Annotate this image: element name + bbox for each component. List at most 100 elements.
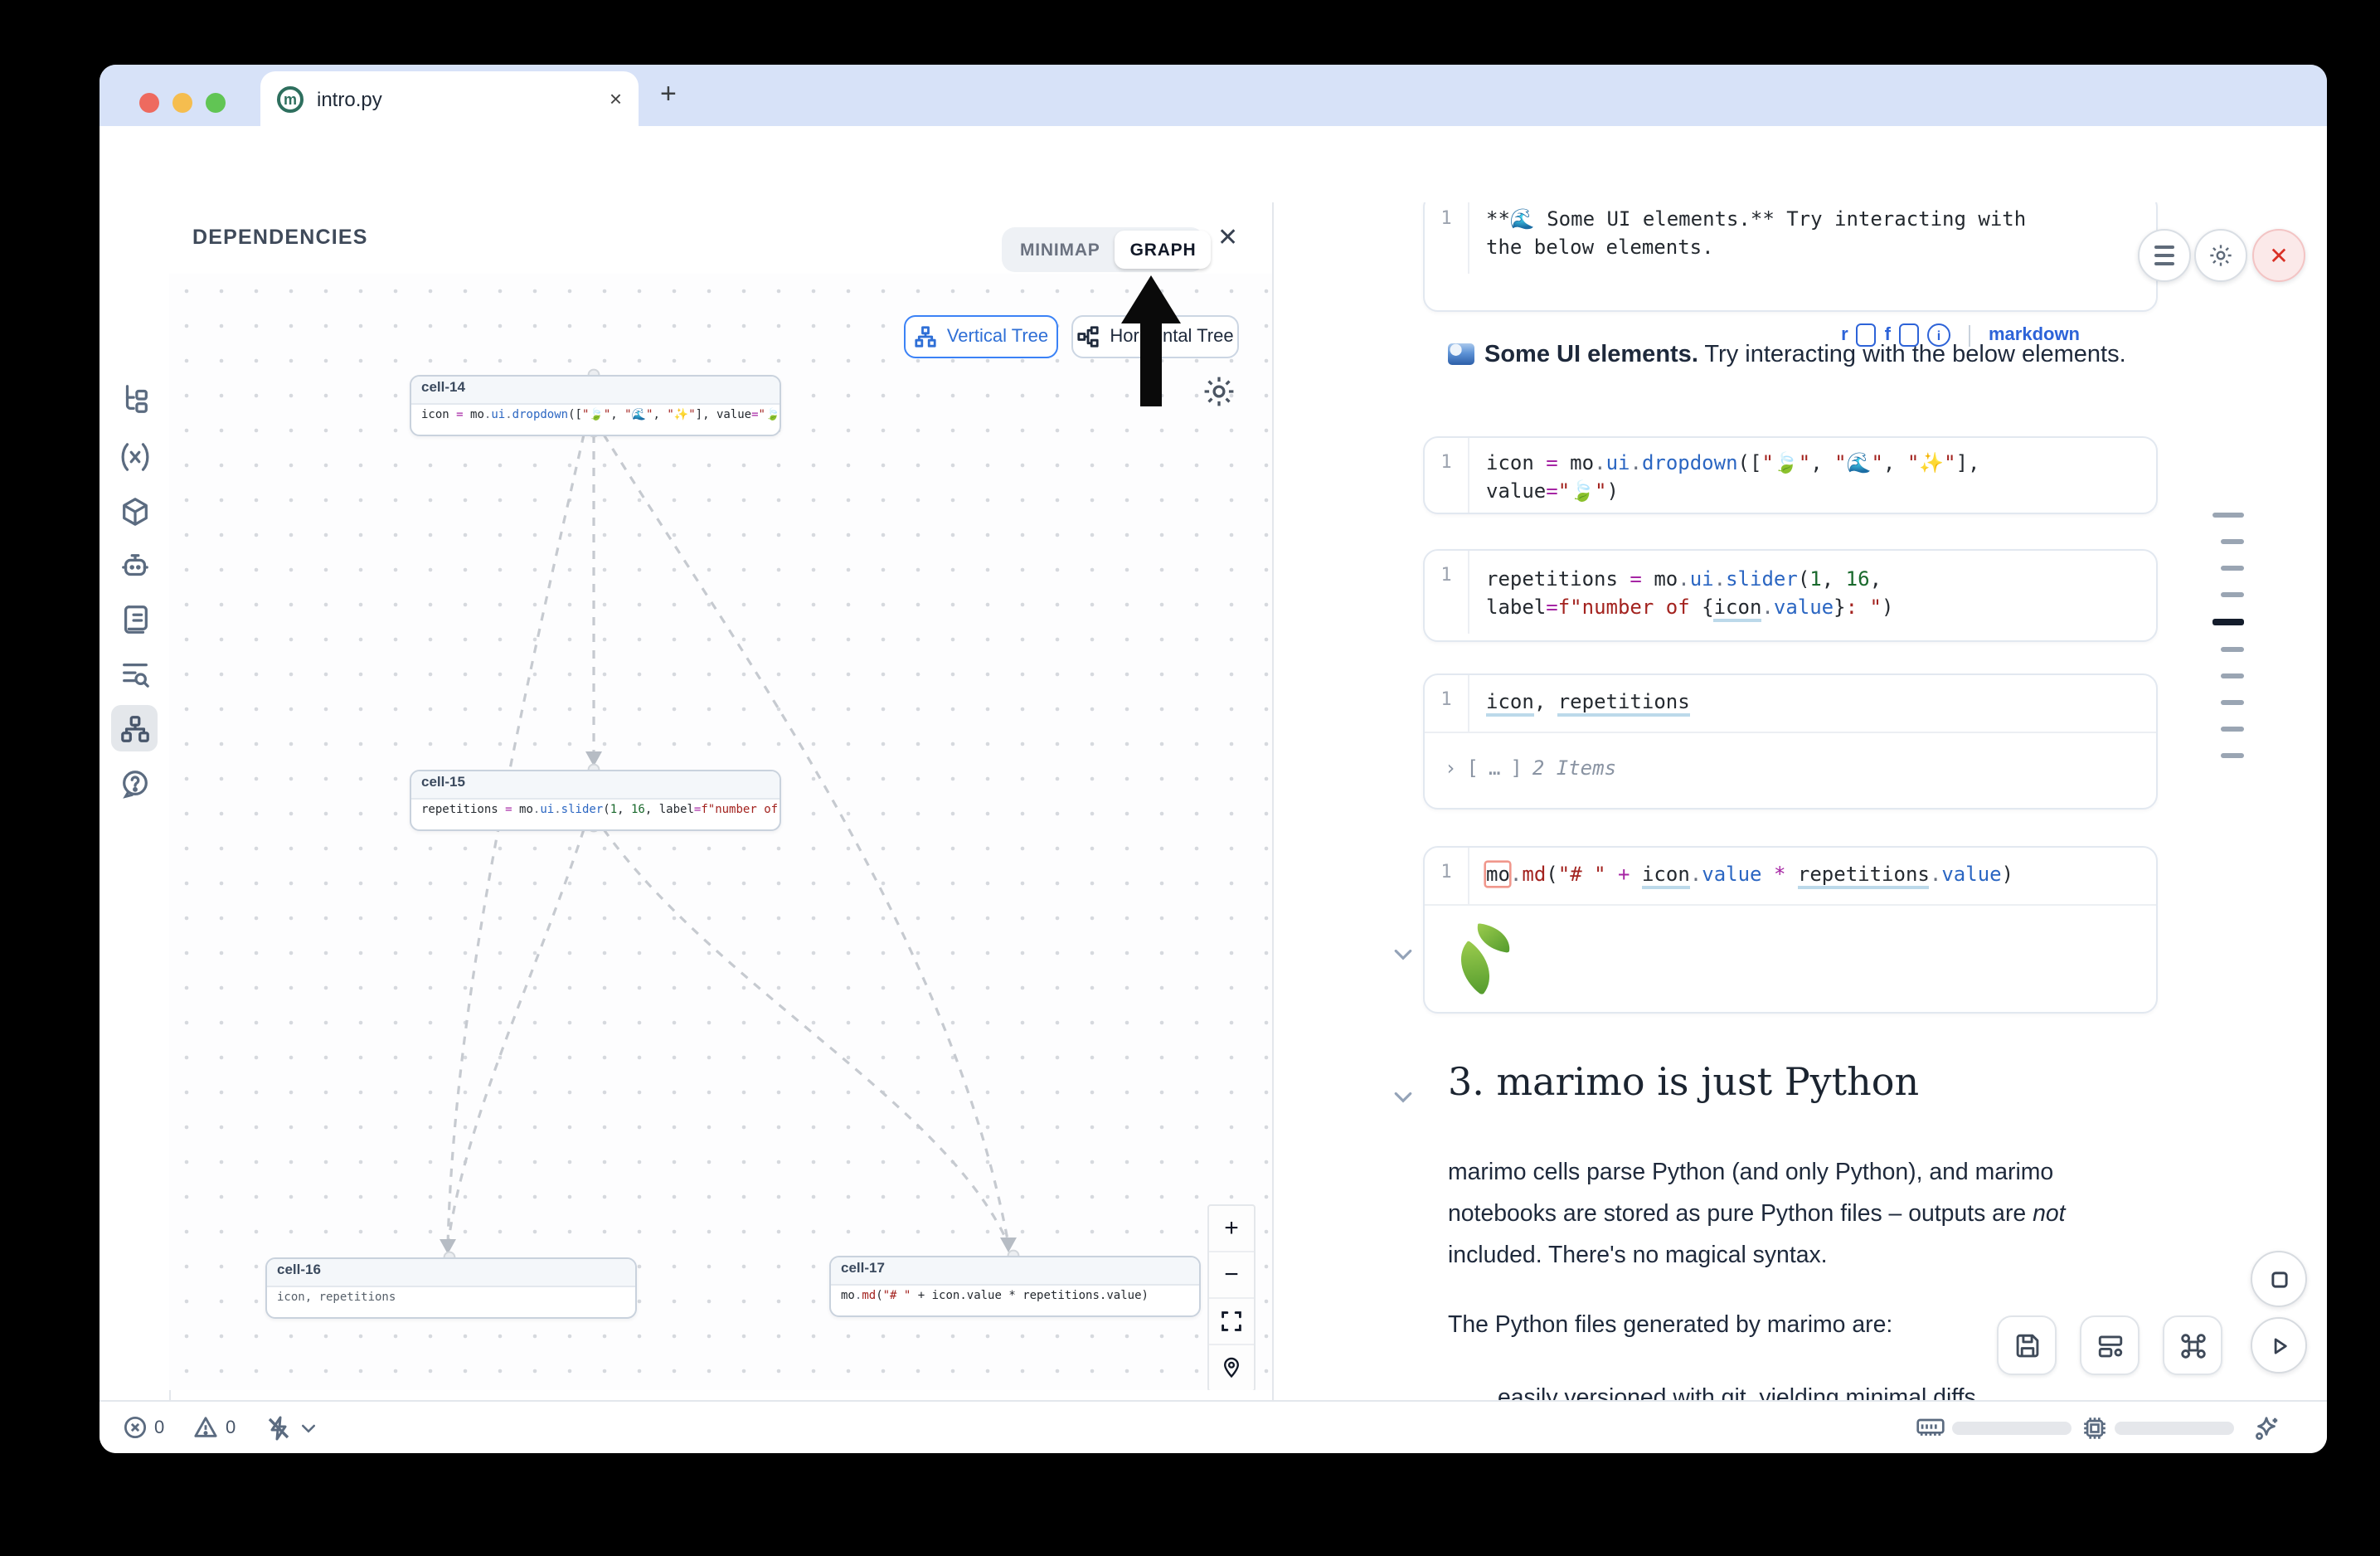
close-window-button[interactable] bbox=[139, 93, 159, 113]
run-button[interactable] bbox=[2251, 1317, 2307, 1374]
code-line[interactable]: label=f"number of {icon.value}: ") bbox=[1486, 594, 1893, 622]
section-chevron-icon[interactable] bbox=[1392, 1085, 1415, 1108]
graph-edges bbox=[169, 274, 1272, 1390]
horizontal-tree-button[interactable]: Horizontal Tree bbox=[1071, 315, 1239, 358]
minimap-line[interactable] bbox=[2212, 619, 2244, 625]
stop-button[interactable] bbox=[2251, 1251, 2307, 1307]
command-icon bbox=[2178, 1331, 2207, 1359]
browser-tab[interactable]: m intro.py × bbox=[260, 71, 639, 126]
vertical-tree-button[interactable]: Vertical Tree bbox=[904, 315, 1058, 358]
graph-node-cell-17[interactable]: cell-17 mo.md("# " + icon.value * repeti… bbox=[829, 1256, 1201, 1317]
tab-close-icon[interactable]: × bbox=[610, 86, 622, 111]
code-line[interactable]: repetitions = mo.ui.slider(1, 16, bbox=[1486, 566, 1893, 594]
graph-node-cell-16[interactable]: cell-16 icon, repetitions bbox=[265, 1257, 637, 1319]
graph-node-cell-15[interactable]: cell-15 repetitions = mo.ui.slider(1, 16… bbox=[410, 770, 781, 831]
autorun-toggle[interactable] bbox=[265, 1415, 318, 1442]
section-heading: 3. marimo is just Python bbox=[1448, 1062, 1919, 1105]
ram-icon bbox=[1916, 1415, 1945, 1440]
output-bold-text: Some UI elements. bbox=[1484, 342, 1698, 368]
node-title: cell-16 bbox=[267, 1259, 635, 1287]
graph-node-cell-14[interactable]: cell-14 icon = mo.ui.dropdown(["🍃", "🌊",… bbox=[410, 375, 781, 436]
minimap-line[interactable] bbox=[2221, 592, 2244, 597]
chevron-down-icon bbox=[299, 1418, 318, 1438]
memory-usage[interactable] bbox=[1916, 1415, 2072, 1440]
minimap-line[interactable] bbox=[2221, 647, 2244, 652]
cell-divider bbox=[1425, 904, 2156, 906]
code-line[interactable]: icon = mo.ui.dropdown(["🍃", "🌊", "✨"], bbox=[1486, 450, 1980, 478]
screen: m intro.py × + i localhost:2718 Guest bbox=[0, 0, 2380, 1556]
tab-graph[interactable]: GRAPH bbox=[1115, 231, 1212, 269]
warnings-indicator[interactable]: 0 bbox=[192, 1415, 236, 1440]
save-button[interactable] bbox=[1997, 1315, 2057, 1375]
line-number: 1 bbox=[1425, 675, 1469, 732]
minimap bbox=[2208, 513, 2244, 758]
minimap-line[interactable] bbox=[2212, 513, 2244, 518]
cell-momd[interactable]: 1 mo.md("# " + icon.value * repetitions.… bbox=[1423, 846, 2158, 1014]
shutdown-button[interactable]: ✕ bbox=[2252, 229, 2305, 282]
leaf-emoji-output bbox=[1448, 922, 1524, 992]
layout-icon bbox=[2096, 1331, 2124, 1359]
notebook-settings-button[interactable] bbox=[2194, 229, 2247, 282]
close-panel-icon[interactable]: ✕ bbox=[1217, 222, 1238, 252]
minimap-line[interactable] bbox=[2221, 539, 2244, 544]
graph-settings-icon[interactable] bbox=[1201, 373, 1237, 410]
minimap-line[interactable] bbox=[2221, 673, 2244, 678]
node-code: icon, repetitions bbox=[267, 1287, 635, 1317]
fit-view-icon[interactable] bbox=[1209, 1297, 1254, 1344]
sidebar-item-help[interactable] bbox=[111, 760, 158, 806]
zoom-in-button[interactable]: + bbox=[1209, 1206, 1254, 1251]
sidebar-item-variables[interactable] bbox=[111, 433, 158, 479]
expand-chevron[interactable]: › bbox=[1445, 756, 1456, 780]
minimap-line[interactable] bbox=[2221, 753, 2244, 758]
minimize-window-button[interactable] bbox=[172, 93, 192, 113]
paragraph-text: included. There's no magical syntax. bbox=[1448, 1242, 1828, 1269]
code-line[interactable]: icon, repetitions bbox=[1486, 688, 1690, 717]
save-icon bbox=[2013, 1331, 2041, 1359]
node-title: cell-14 bbox=[411, 377, 780, 405]
code-line[interactable]: value="🍃") bbox=[1486, 478, 1980, 506]
locate-pin-icon[interactable] bbox=[1209, 1344, 1254, 1390]
items-count-label: 2 Items bbox=[1532, 756, 1616, 780]
status-bar: 0 0 bbox=[100, 1400, 2327, 1453]
cell-dropdown[interactable]: 1 icon = mo.ui.dropdown(["🍃", "🌊", "✨"],… bbox=[1423, 436, 2158, 514]
markdown-output: Some UI elements. Try interacting with t… bbox=[1448, 342, 2126, 368]
ai-sparkle-button[interactable] bbox=[2252, 1415, 2280, 1443]
bracket: [ bbox=[1466, 756, 1478, 780]
zoom-out-button[interactable]: − bbox=[1209, 1251, 1254, 1297]
dependency-graph-canvas[interactable]: Vertical Tree Horizontal Tree cell-14 ic… bbox=[169, 274, 1272, 1390]
layout-button[interactable] bbox=[2080, 1315, 2140, 1375]
ellipsis: … bbox=[1489, 756, 1500, 780]
sidebar-item-logs[interactable] bbox=[111, 596, 158, 642]
new-tab-button[interactable]: + bbox=[660, 78, 677, 111]
line-number: 1 bbox=[1425, 202, 1469, 274]
tree-viewer-output[interactable]: › [ … ] 2 Items bbox=[1425, 733, 2156, 780]
code-line[interactable]: **🌊 Some UI elements.** Try interacting … bbox=[1486, 206, 2026, 234]
minimap-line[interactable] bbox=[2221, 727, 2244, 732]
sidebar-item-packages[interactable] bbox=[111, 488, 158, 534]
cell-tuple[interactable]: 1 icon, repetitions › [ … ] 2 Items bbox=[1423, 673, 2158, 810]
sidebar-item-dependencies[interactable] bbox=[111, 705, 158, 751]
tab-minimap[interactable]: MINIMAP bbox=[1005, 231, 1115, 269]
panel-title: DEPENDENCIES bbox=[192, 226, 368, 249]
section-paragraph: marimo cells parse Python (and only Pyth… bbox=[1448, 1153, 2098, 1277]
horizontal-tree-icon bbox=[1076, 325, 1100, 348]
cell-slider[interactable]: 1 repetitions = mo.ui.slider(1, 16, labe… bbox=[1423, 549, 2158, 642]
sidebar-item-file-explorer[interactable] bbox=[111, 375, 158, 421]
shortcuts-button[interactable] bbox=[2163, 1315, 2222, 1375]
sidebar-item-snippets[interactable] bbox=[111, 650, 158, 697]
warning-count: 0 bbox=[226, 1417, 236, 1437]
code-line[interactable]: the below elements. bbox=[1486, 234, 2026, 262]
errors-indicator[interactable]: 0 bbox=[123, 1415, 164, 1440]
notebook-menu-button[interactable] bbox=[2138, 229, 2191, 282]
collapse-chevron-icon[interactable] bbox=[1392, 942, 1415, 965]
minimap-line[interactable] bbox=[2221, 700, 2244, 705]
maximize-window-button[interactable] bbox=[206, 93, 226, 113]
cpu-usage[interactable] bbox=[2081, 1415, 2234, 1442]
line-number: 1 bbox=[1425, 438, 1469, 514]
sidebar-item-ai-assistant[interactable] bbox=[111, 542, 158, 589]
code-line[interactable]: mo.md("# " + icon.value * repetitions.va… bbox=[1486, 861, 2013, 889]
minimap-line[interactable] bbox=[2221, 566, 2244, 571]
cell-markdown[interactable]: 1 **🌊 Some UI elements.** Try interactin… bbox=[1423, 202, 2158, 312]
play-icon bbox=[2268, 1335, 2290, 1356]
bracket: ] bbox=[1510, 756, 1522, 780]
